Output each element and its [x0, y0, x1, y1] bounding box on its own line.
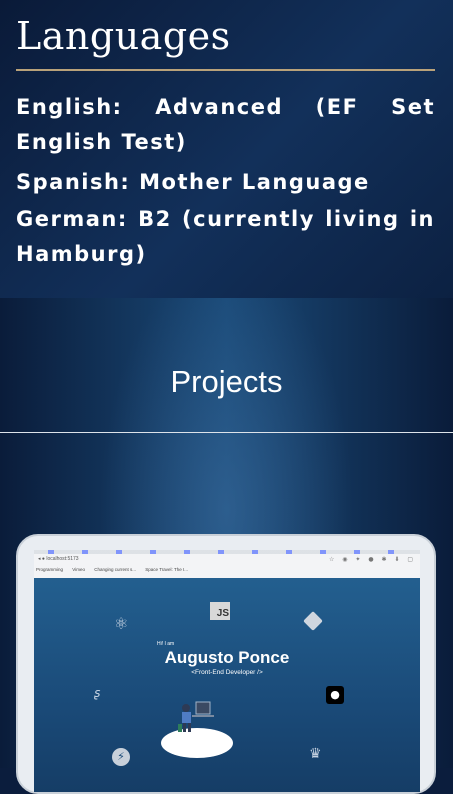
languages-section: Languages English: Advanced (EF Set Engl… — [0, 0, 453, 298]
language-german: German: B2 (currently living in Hamburg) — [16, 207, 435, 266]
bookmark-item: Programming — [36, 567, 64, 572]
hero-name: Augusto Ponce — [164, 648, 290, 667]
bookmarks-bar: Programming Vimeo Changing current s... … — [36, 567, 416, 575]
projects-heading: Projects — [170, 364, 283, 399]
language-spanish: Spanish: Mother Language — [16, 170, 370, 194]
github-icon: ● — [326, 686, 344, 704]
project-preview-laptop[interactable]: ◂ ● localhost:5173 ☆ ◉ ✦ ● ✱ ⬇ ▢ Program… — [16, 534, 436, 794]
js-icon: JS — [210, 602, 230, 620]
portfolio-hero: JS ⚛ Hi! I am Augusto Ponce <Front-End D… — [34, 578, 420, 792]
crown-icon: ♛ — [309, 746, 322, 762]
laptop-screen: ◂ ● localhost:5173 ☆ ◉ ✦ ● ✱ ⬇ ▢ Program… — [34, 550, 420, 792]
browser-tab-strip — [34, 550, 420, 554]
hero-greeting: Hi! I am — [157, 641, 175, 647]
bookmark-item: Space Travel: The I... — [145, 567, 188, 572]
browser-url-text: localhost:5173 — [46, 556, 79, 562]
react-icon: ⚛ — [114, 614, 129, 633]
browser-extension-icons: ☆ ◉ ✦ ● ✱ ⬇ ▢ — [328, 556, 416, 563]
languages-heading: Languages — [16, 14, 231, 58]
languages-divider — [16, 69, 435, 71]
bookmark-item: Vimeo — [72, 567, 85, 572]
projects-section: Projects ◂ ● localhost:5173 ☆ ◉ ✦ ● ✱ ⬇ … — [0, 298, 453, 794]
projects-divider — [0, 432, 453, 433]
browser-toolbar: ◂ ● localhost:5173 ☆ ◉ ✦ ● ✱ ⬇ ▢ Program… — [34, 550, 420, 579]
sass-icon: ʂ — [94, 686, 101, 700]
bookmark-item: Changing current s... — [94, 567, 137, 572]
developer-illustration — [178, 701, 214, 732]
redux-icon: ⚡ — [112, 748, 130, 766]
hero-role: <Front-End Developer /> — [191, 669, 263, 676]
git-icon — [303, 611, 323, 631]
language-english: English: Advanced (EF Set English Test) — [16, 95, 435, 154]
